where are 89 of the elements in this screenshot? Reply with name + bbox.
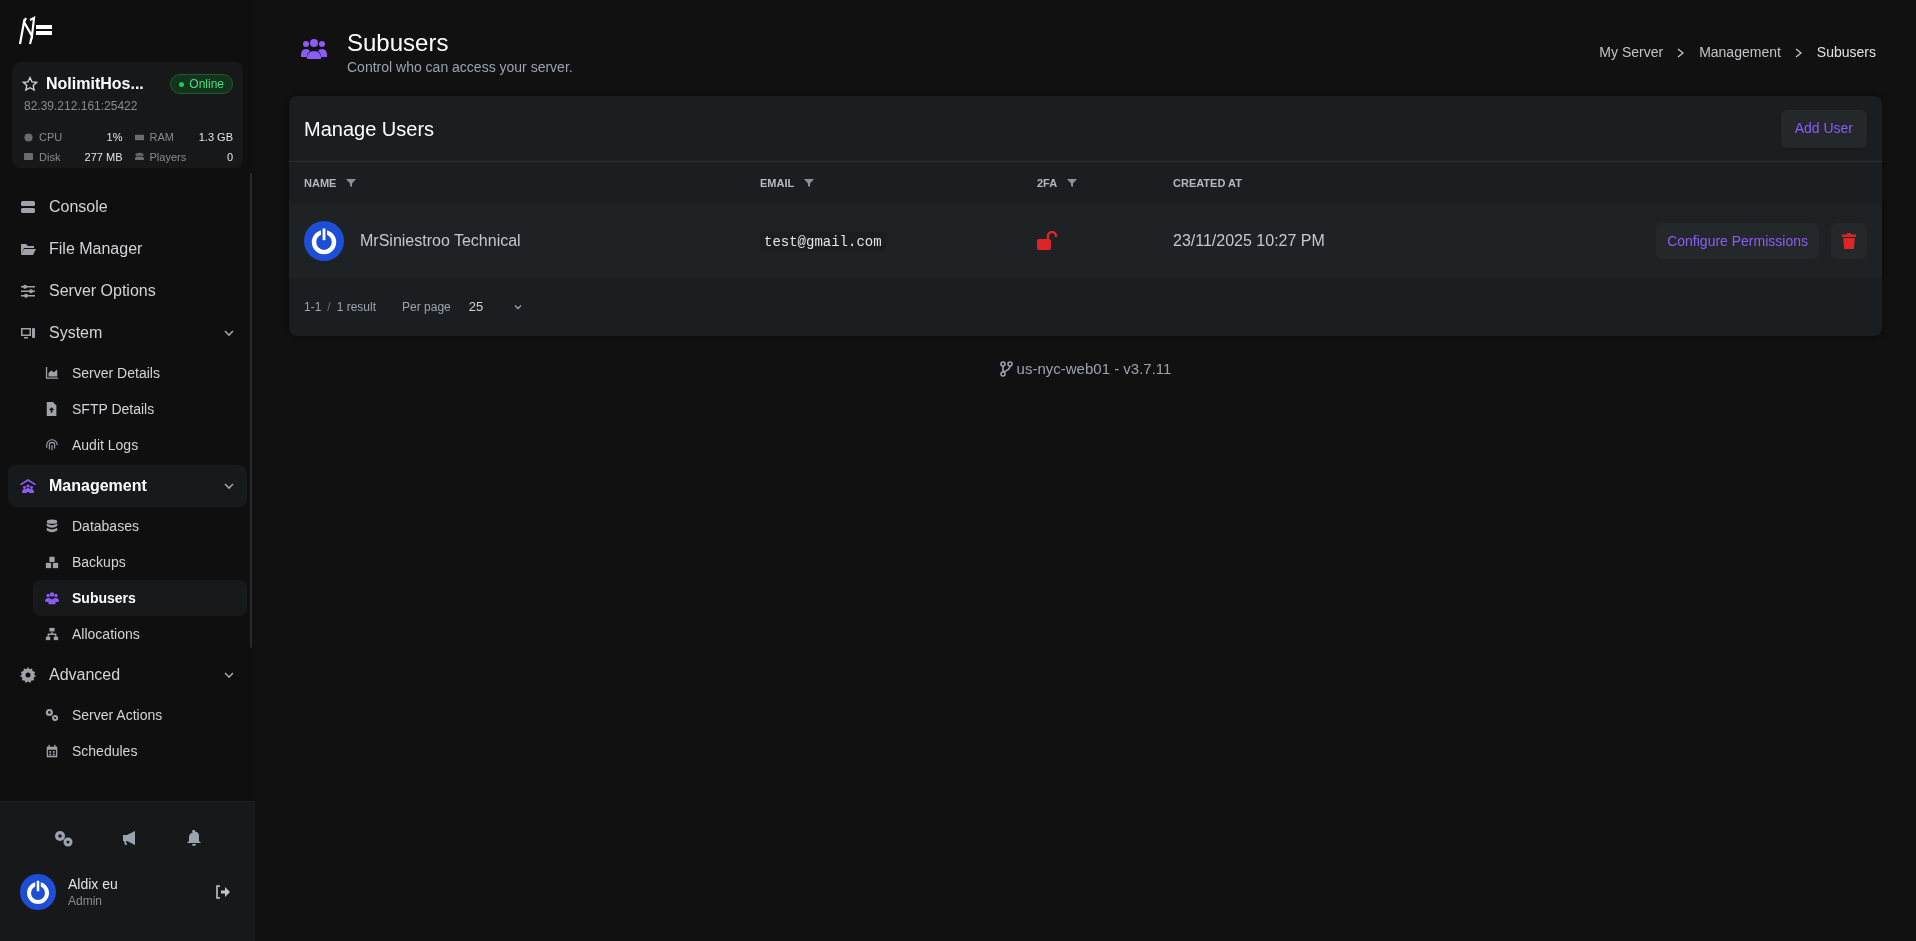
gear-icon: [20, 667, 36, 683]
logout-icon: [215, 885, 231, 899]
breadcrumb-link[interactable]: Subusers: [1816, 42, 1876, 63]
server-icon: [20, 199, 36, 215]
page-title: Subusers: [347, 28, 450, 58]
add-user-button[interactable]: Add User: [1780, 109, 1867, 148]
branch-icon: [999, 361, 1013, 378]
column-header: NAME: [304, 175, 337, 191]
folder-icon: [20, 241, 36, 257]
email-text: test@gmail.com: [760, 232, 886, 252]
memory-icon: [134, 132, 144, 142]
boxes-icon: [45, 555, 59, 569]
nav-subitem[interactable]: SFTP Details: [33, 391, 247, 427]
column-header: 2FA: [1037, 175, 1058, 191]
status-badge: Online: [170, 74, 233, 94]
column-header: EMAIL: [760, 175, 795, 191]
user-name: MrSiniestroo Technical: [360, 231, 521, 251]
page-subtitle: Control who can access your server.: [347, 58, 573, 76]
nav-subitem[interactable]: Server Actions: [33, 697, 247, 733]
sitemap-icon: [45, 627, 59, 641]
gears-icon: [54, 830, 75, 848]
avatar-icon: [20, 874, 56, 910]
chevron-icon: [223, 327, 235, 339]
nav-item[interactable]: System: [8, 312, 247, 354]
stat-label: Players: [149, 149, 187, 165]
result-count: 1 result: [336, 299, 377, 316]
card-title: Manage Users: [304, 116, 435, 142]
star-icon: [22, 76, 38, 92]
trash-icon: [1842, 233, 1856, 249]
people-roof-icon: [20, 478, 36, 494]
version-text: us-nyc-web01 - v3.7.11: [1016, 359, 1172, 379]
gauge-icon: [24, 132, 33, 142]
filter-icon: [1067, 178, 1078, 188]
separator-text: /: [327, 299, 331, 316]
users-icon: [134, 152, 144, 162]
server-address: 82.39.212.161:25422: [24, 98, 139, 115]
stat-value: 0: [226, 149, 233, 165]
user-name: Aldix eu: [68, 875, 118, 893]
nav-subitem[interactable]: Schedules: [33, 733, 247, 769]
configure-permissions-button[interactable]: Configure Permissions: [1656, 223, 1819, 259]
drive-icon: [24, 152, 33, 162]
per-page-select[interactable]: 25: [460, 293, 532, 321]
nav-item[interactable]: Server Options: [8, 270, 247, 312]
nav-item[interactable]: Advanced: [8, 654, 247, 696]
nav-subitem[interactable]: Server Details: [33, 355, 247, 391]
stat-label: Disk: [39, 149, 61, 165]
monitor-icon: [20, 325, 36, 341]
filter-icon: [804, 178, 815, 188]
chevron-right-icon: [1677, 47, 1686, 58]
filter-icon: [346, 178, 357, 188]
users-icon: [45, 591, 59, 605]
nav-subitem[interactable]: Subusers: [33, 580, 247, 616]
server-name: NolimitHos...: [46, 74, 144, 94]
user-role: Admin: [68, 893, 103, 909]
logo-icon: [18, 16, 54, 46]
chevron-right-icon: [1794, 47, 1803, 58]
column-header: CREATED AT: [1173, 175, 1242, 191]
nav-subitem[interactable]: Databases: [33, 508, 247, 544]
avatar-icon: [304, 221, 344, 261]
stat-label: CPU: [39, 130, 63, 145]
date-text: 23/11/2025 10:27 PM: [1173, 231, 1325, 251]
nav-subitem[interactable]: Backups: [33, 544, 247, 580]
chevron-icon: [223, 669, 235, 681]
stat-value: 1.3 GB: [198, 130, 233, 145]
delete-button[interactable]: [1831, 223, 1867, 259]
nav-item[interactable]: Console: [8, 186, 247, 228]
nav-subitem[interactable]: Allocations: [33, 616, 247, 652]
stat-value: 277 MB: [84, 149, 123, 165]
logout-button[interactable]: [215, 885, 231, 899]
fingerprint-icon: [45, 438, 59, 452]
breadcrumb-link[interactable]: My Server: [1599, 42, 1664, 63]
database-icon: [45, 519, 59, 533]
per-page-label: Per page: [402, 299, 451, 316]
file-upload-icon: [45, 402, 59, 416]
sliders-icon: [20, 283, 36, 299]
chevron-icon: [223, 480, 235, 492]
users-icon: [301, 38, 327, 60]
breadcrumb-link[interactable]: Management: [1699, 42, 1781, 63]
calendar-icon: [45, 744, 59, 758]
nav-item[interactable]: Management: [8, 465, 247, 507]
result-range: 1-1: [304, 299, 322, 316]
stat-value: 1%: [106, 130, 123, 145]
bell-icon: [186, 830, 201, 846]
chevron-icon: [513, 302, 524, 312]
stat-label: RAM: [149, 130, 174, 145]
nav-item[interactable]: File Manager: [8, 228, 247, 270]
gears-icon: [45, 708, 59, 722]
chart-icon: [45, 366, 59, 380]
nav-subitem[interactable]: Audit Logs: [33, 427, 247, 463]
